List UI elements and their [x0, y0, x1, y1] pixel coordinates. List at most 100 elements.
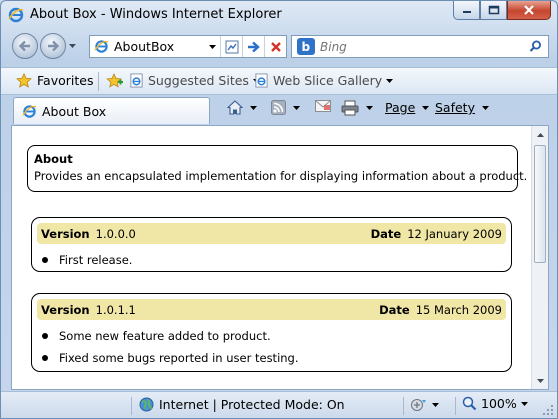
- bullet-icon: [42, 333, 48, 339]
- page-icon: [22, 104, 37, 118]
- page-menu[interactable]: Page: [385, 100, 430, 115]
- scroll-down-icon: [536, 378, 544, 383]
- print-button[interactable]: [341, 100, 373, 116]
- compatibility-view-icon: [225, 40, 238, 53]
- about-title: About: [34, 152, 73, 166]
- address-dropdown[interactable]: [206, 44, 218, 49]
- scroll-up-icon: [536, 132, 544, 137]
- go-button[interactable]: [242, 36, 264, 57]
- chevron-down-icon: [422, 105, 430, 110]
- recent-pages-dropdown-icon[interactable]: [69, 44, 76, 48]
- read-mail-button[interactable]: [315, 100, 331, 112]
- bullet-icon: [42, 257, 48, 263]
- list-item: Some new feature added to product.: [37, 325, 506, 347]
- safety-menu-label: Safety: [435, 100, 475, 115]
- star-icon: [16, 73, 32, 88]
- ie-logo-icon: [8, 7, 24, 23]
- tab-and-command-bar: About Box Page Safety: [1, 96, 557, 124]
- ie-page-icon: [255, 73, 268, 88]
- favorites-button[interactable]: Favorites: [16, 73, 93, 88]
- date-label: Date: [370, 226, 402, 241]
- change-list: First release.: [37, 249, 506, 271]
- forward-button[interactable]: [40, 33, 66, 59]
- rss-feed-icon: [271, 100, 286, 115]
- about-panel: About Provides an encapsulated implement…: [27, 145, 528, 192]
- version-panel: Version 1.0.1.1 Date 15 March 2009 Some …: [31, 293, 512, 372]
- page-viewport: About Provides an encapsulated implement…: [11, 125, 549, 390]
- close-window-button[interactable]: [507, 1, 551, 20]
- search-box[interactable]: b: [291, 35, 549, 58]
- tab-label: About Box: [42, 103, 107, 119]
- navigation-bar: AboutBox b: [1, 31, 557, 63]
- close-icon: [524, 5, 534, 15]
- about-description: Provides an encapsulated implementation …: [34, 169, 528, 183]
- web-slice-gallery-label: Web Slice Gallery: [273, 73, 383, 88]
- maximize-icon: [488, 5, 499, 15]
- chevron-down-icon: [208, 44, 216, 49]
- divider: [98, 72, 99, 91]
- change-text: First release.: [59, 253, 133, 267]
- home-icon: [227, 100, 243, 115]
- date-label: Date: [379, 302, 410, 317]
- window-title: About Box - Windows Internet Explorer: [30, 7, 282, 22]
- favorites-bar: Favorites Suggested Sites Web Slice Gall…: [1, 67, 557, 95]
- minimize-button[interactable]: [453, 1, 480, 20]
- scroll-down-button[interactable]: [532, 372, 548, 389]
- chevron-down-icon: [520, 401, 528, 406]
- security-zone[interactable]: Internet | Protected Mode: On: [139, 397, 345, 412]
- address-text[interactable]: AboutBox: [114, 39, 206, 54]
- go-arrow-icon: [247, 41, 260, 52]
- tab-about-box[interactable]: About Box: [13, 97, 210, 124]
- title-bar: About Box - Windows Internet Explorer: [1, 1, 557, 29]
- divider: [131, 397, 132, 415]
- chevron-down-icon: [386, 78, 394, 83]
- search-input[interactable]: [320, 39, 522, 54]
- status-bar: Internet | Protected Mode: On 100%: [1, 391, 557, 418]
- version-header: Version 1.0.1.1 Date 15 March 2009: [37, 299, 506, 320]
- zoom-level: 100%: [481, 396, 517, 411]
- web-slice-gallery-link[interactable]: Web Slice Gallery: [254, 73, 394, 88]
- scrollbar-thumb[interactable]: [534, 145, 546, 263]
- caption-buttons: [453, 1, 551, 20]
- version-label: Version: [41, 226, 90, 241]
- page-menu-label: Page: [385, 100, 416, 115]
- maximize-button[interactable]: [480, 1, 507, 20]
- chevron-down-icon: [366, 106, 373, 110]
- printer-icon: [341, 100, 359, 116]
- address-bar[interactable]: AboutBox: [89, 35, 287, 58]
- favorites-label: Favorites: [37, 73, 94, 88]
- resize-grip-icon[interactable]: [542, 404, 554, 416]
- search-button[interactable]: [522, 40, 548, 53]
- arrow-right-icon: [48, 40, 60, 52]
- stop-button[interactable]: [264, 36, 286, 57]
- chevron-down-icon: [250, 105, 257, 110]
- safety-menu[interactable]: Safety: [435, 100, 489, 115]
- divider: [403, 397, 404, 415]
- change-list: Some new feature added to product. Fixed…: [37, 325, 506, 369]
- compatibility-view-button[interactable]: [220, 36, 242, 57]
- globe-icon: [139, 397, 154, 412]
- page-content: About Provides an encapsulated implement…: [12, 126, 531, 389]
- svg-text:b: b: [302, 40, 311, 54]
- version-number: 1.0.0.0: [95, 226, 136, 241]
- version-header: Version 1.0.0.0 Date 12 January 2009: [37, 223, 506, 244]
- release-date: 15 March 2009: [415, 302, 502, 317]
- browser-window: About Box - Windows Internet Explorer Ab…: [0, 0, 558, 419]
- suggested-sites-label: Suggested Sites: [148, 73, 249, 88]
- chevron-down-icon: [481, 105, 489, 110]
- zoom-icon: [462, 396, 477, 411]
- feeds-button[interactable]: [271, 100, 300, 115]
- page-icon: [94, 40, 109, 53]
- list-item: Fixed some bugs reported in user testing…: [37, 347, 506, 369]
- zoom-control[interactable]: 100%: [462, 396, 528, 411]
- version-label: Version: [41, 302, 90, 317]
- back-button[interactable]: [12, 33, 38, 59]
- home-button[interactable]: [227, 100, 257, 115]
- scroll-up-button[interactable]: [532, 126, 548, 143]
- vertical-scrollbar[interactable]: [531, 126, 548, 389]
- release-date: 12 January 2009: [407, 226, 502, 241]
- status-tools[interactable]: [410, 397, 439, 412]
- add-to-favorites-bar-icon[interactable]: [106, 73, 123, 89]
- security-zone-label: Internet | Protected Mode: On: [159, 397, 345, 412]
- suggested-sites-link[interactable]: Suggested Sites: [129, 73, 260, 88]
